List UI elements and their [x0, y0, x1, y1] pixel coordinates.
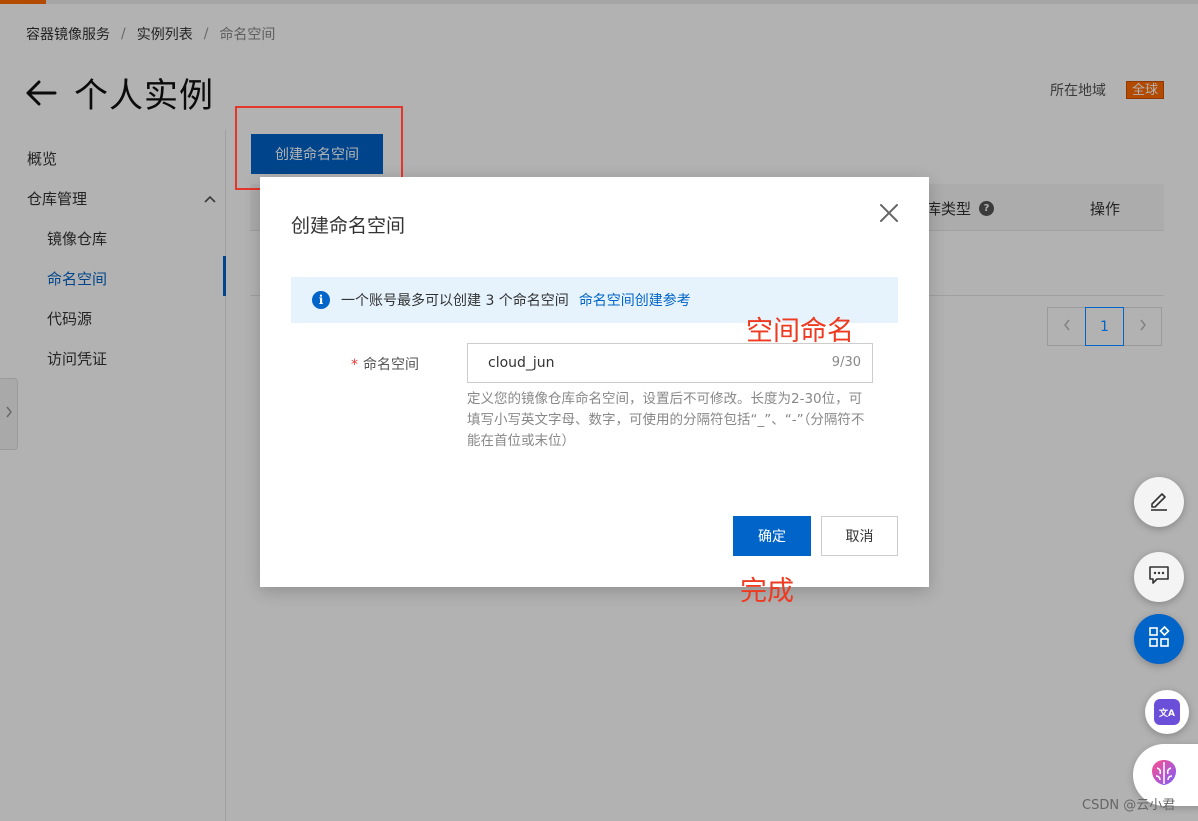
required-mark: * [351, 357, 358, 373]
watermark: CSDN @云小君 [1082, 798, 1176, 813]
translate-icon: 文A [1154, 699, 1180, 725]
chat-icon [1147, 563, 1171, 591]
namespace-reference-link[interactable]: 命名空间创建参考 [579, 290, 691, 310]
apps-icon [1147, 625, 1171, 653]
namespace-input[interactable] [468, 344, 798, 382]
info-icon: i [312, 291, 330, 309]
close-icon[interactable] [877, 201, 901, 225]
feedback-edit-button[interactable] [1134, 477, 1184, 527]
notice-text: 一个账号最多可以创建 3 个命名空间 [341, 293, 569, 309]
dialog-title: 创建命名空间 [291, 215, 406, 237]
pagination-page-current[interactable]: 1 [1085, 307, 1124, 346]
cancel-button[interactable]: 取消 [821, 516, 898, 556]
translate-icon-glyph: 文A [1159, 708, 1175, 719]
brain-icon [1147, 756, 1181, 794]
annotation-done-hint: 完成 [740, 576, 794, 607]
namespace-hint: 定义您的镜像仓库命名空间，设置后不可修改。长度为2-30位，可填写小写英文字母、… [467, 391, 865, 449]
chat-button[interactable] [1134, 552, 1184, 602]
namespace-label-text: 命名空间 [363, 357, 419, 373]
namespace-input-wrapper: 9/30 [467, 343, 873, 383]
namespace-field-label: * 命名空间 [351, 354, 419, 374]
annotation-name-hint: 空间命名 [746, 316, 854, 347]
char-counter: 9/30 [831, 355, 861, 370]
confirm-button[interactable]: 确定 [733, 516, 811, 556]
apps-button[interactable] [1134, 614, 1184, 664]
translate-button[interactable]: 文A [1145, 690, 1189, 734]
edit-icon [1147, 488, 1171, 516]
create-namespace-dialog: 创建命名空间 i 一个账号最多可以创建 3 个命名空间 命名空间创建参考 * 命名… [260, 177, 929, 587]
